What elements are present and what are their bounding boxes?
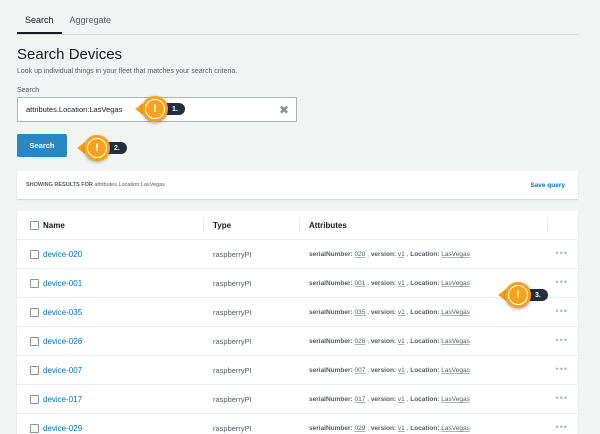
row-checkbox[interactable] <box>30 308 39 317</box>
tab-search[interactable]: Search <box>17 0 62 34</box>
search-button[interactable]: Search <box>17 134 67 157</box>
attr-version[interactable]: v1 <box>398 396 405 403</box>
attr-version[interactable]: v1 <box>398 251 405 258</box>
device-type: raspberryPI <box>213 250 252 259</box>
row-checkbox[interactable] <box>30 366 39 375</box>
attr-version[interactable]: v1 <box>398 280 405 287</box>
table-row: device-026 raspberryPI serialNumber: 026… <box>17 327 578 356</box>
results-summary: SHOWING RESULTS FOR attributes.Location:… <box>26 182 165 188</box>
table-row: device-029 raspberryPI serialNumber: 029… <box>17 414 578 434</box>
device-type: raspberryPI <box>213 337 252 346</box>
results-query: attributes.Location:LasVegas <box>94 182 165 188</box>
attr-location[interactable]: LasVegas <box>441 425 470 432</box>
device-name-link[interactable]: device-026 <box>43 337 82 346</box>
table-row: device-007 raspberryPI serialNumber: 007… <box>17 356 578 385</box>
tab-bar: Search Aggregate <box>17 0 119 34</box>
alert-icon: ! <box>142 96 168 122</box>
table-row: device-017 raspberryPI serialNumber: 017… <box>17 385 578 414</box>
more-actions-icon[interactable]: ••• <box>556 248 568 258</box>
devices-table: Name Type Attributes device-020 raspberr… <box>17 211 578 434</box>
attr-serial[interactable]: 020 <box>355 251 366 258</box>
device-type: raspberryPI <box>213 308 252 317</box>
table-header: Name Type Attributes <box>17 211 578 240</box>
device-name-link[interactable]: device-007 <box>43 366 82 375</box>
attr-serial[interactable]: 026 <box>355 338 366 345</box>
attr-version[interactable]: v1 <box>398 338 405 345</box>
device-attributes: serialNumber: 017 , version: v1 , Locati… <box>309 396 470 403</box>
row-checkbox[interactable] <box>30 250 39 259</box>
device-name-link[interactable]: device-001 <box>43 279 82 288</box>
attr-location[interactable]: LasVegas <box>441 309 470 316</box>
row-checkbox[interactable] <box>30 424 39 433</box>
callout-1: 1. ! <box>135 96 185 122</box>
device-type: raspberryPI <box>213 395 252 404</box>
more-actions-icon[interactable]: ••• <box>556 364 568 374</box>
more-actions-icon[interactable]: ••• <box>556 393 568 403</box>
device-attributes: serialNumber: 026 , version: v1 , Locati… <box>309 338 470 345</box>
row-checkbox[interactable] <box>30 337 39 346</box>
table-row: device-035 raspberryPI serialNumber: 035… <box>17 298 578 327</box>
attr-serial[interactable]: 035 <box>355 309 366 316</box>
device-type: raspberryPI <box>213 279 252 288</box>
header-divider <box>547 218 548 233</box>
table-row: device-001 raspberryPI serialNumber: 001… <box>17 269 578 298</box>
device-attributes: serialNumber: 029 , version: v1 , Locati… <box>309 425 470 432</box>
save-query-link[interactable]: Save query <box>530 182 565 189</box>
more-actions-icon[interactable]: ••• <box>556 277 568 287</box>
header-name[interactable]: Name <box>43 221 65 230</box>
select-all-checkbox[interactable] <box>30 221 39 230</box>
attr-location[interactable]: LasVegas <box>441 280 470 287</box>
device-name-link[interactable]: device-017 <box>43 395 82 404</box>
search-label: Search <box>17 87 40 94</box>
tab-aggregate[interactable]: Aggregate <box>62 0 120 34</box>
device-type: raspberryPI <box>213 424 252 433</box>
header-type[interactable]: Type <box>213 221 231 230</box>
search-input-value: attributes.Location:LasVegas <box>26 105 123 114</box>
attr-version[interactable]: v1 <box>398 309 405 316</box>
tabs-divider <box>17 34 578 35</box>
device-attributes: serialNumber: 001 , version: v1 , Locati… <box>309 280 470 287</box>
results-prefix: SHOWING RESULTS FOR <box>26 182 93 188</box>
attr-location[interactable]: LasVegas <box>441 338 470 345</box>
more-actions-icon[interactable]: ••• <box>556 335 568 345</box>
row-checkbox[interactable] <box>30 395 39 404</box>
device-attributes: serialNumber: 035 , version: v1 , Locati… <box>309 309 470 316</box>
attr-serial[interactable]: 029 <box>355 425 366 432</box>
device-name-link[interactable]: device-029 <box>43 424 82 433</box>
header-divider <box>203 218 204 233</box>
callout-3: 3. ! <box>498 282 548 308</box>
results-bar: SHOWING RESULTS FOR attributes.Location:… <box>17 171 578 199</box>
alert-icon: ! <box>505 282 531 308</box>
more-actions-icon[interactable]: ••• <box>556 306 568 316</box>
device-attributes: serialNumber: 020 , version: v1 , Locati… <box>309 251 470 258</box>
attr-serial[interactable]: 001 <box>355 280 366 287</box>
row-checkbox[interactable] <box>30 279 39 288</box>
clear-icon[interactable]: ✖ <box>279 103 289 117</box>
device-name-link[interactable]: device-035 <box>43 308 82 317</box>
attr-serial[interactable]: 017 <box>355 396 366 403</box>
callout-2: 2. ! <box>77 135 127 161</box>
page-subtitle: Look up individual things in your fleet … <box>17 68 238 75</box>
attr-location[interactable]: LasVegas <box>441 251 470 258</box>
attr-version[interactable]: v1 <box>398 367 405 374</box>
attr-version[interactable]: v1 <box>398 425 405 432</box>
page-title: Search Devices <box>17 46 123 63</box>
attr-location[interactable]: LasVegas <box>441 367 470 374</box>
device-name-link[interactable]: device-020 <box>43 250 82 259</box>
attr-location[interactable]: LasVegas <box>441 396 470 403</box>
device-type: raspberryPI <box>213 366 252 375</box>
header-divider <box>299 218 300 233</box>
table-row: device-020 raspberryPI serialNumber: 020… <box>17 240 578 269</box>
attr-serial[interactable]: 007 <box>355 367 366 374</box>
more-actions-icon[interactable]: ••• <box>556 422 568 432</box>
alert-icon: ! <box>84 135 110 161</box>
device-attributes: serialNumber: 007 , version: v1 , Locati… <box>309 367 470 374</box>
header-attributes[interactable]: Attributes <box>309 221 347 230</box>
